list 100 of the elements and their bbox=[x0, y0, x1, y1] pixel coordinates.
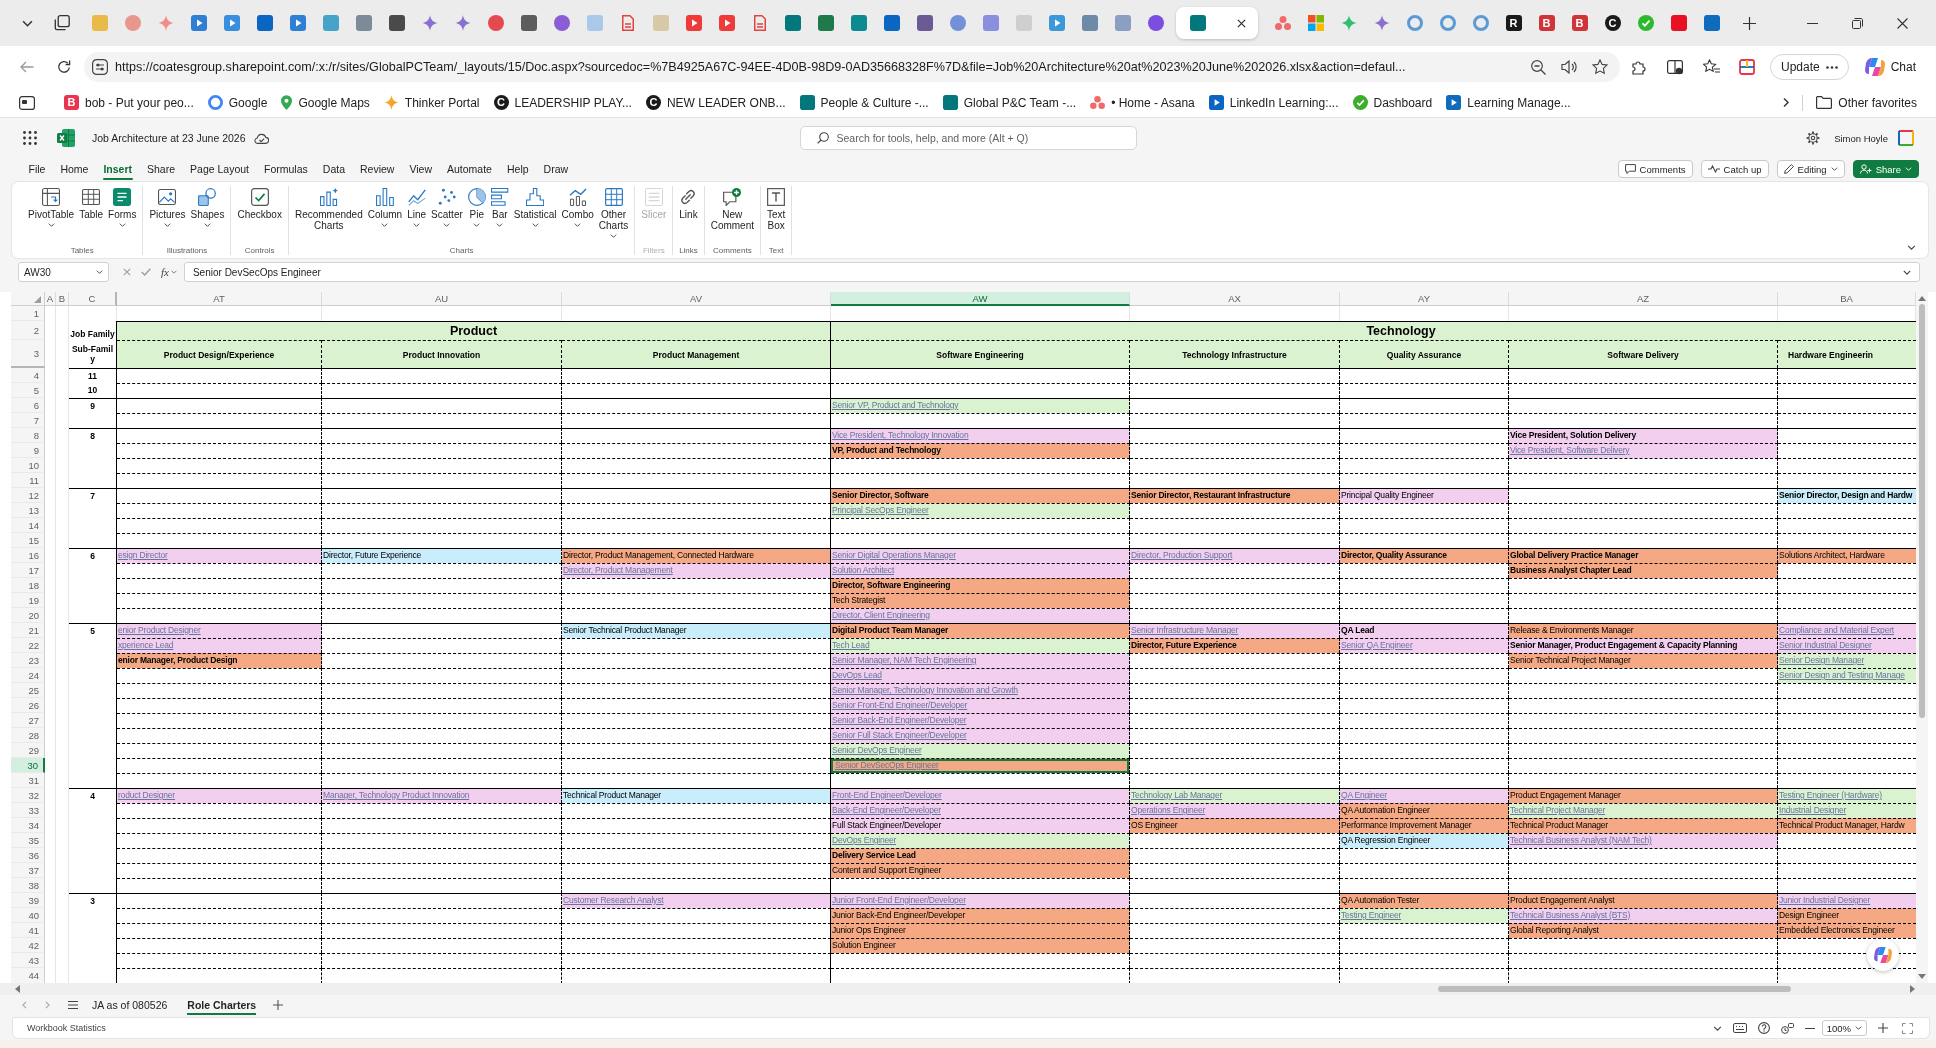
chat-button[interactable]: Chat bbox=[1858, 54, 1923, 80]
star-icon[interactable] bbox=[1592, 59, 1608, 75]
cell-link[interactable]: Technical Business Analyst (NAM Tech) bbox=[1510, 835, 1652, 845]
column-header[interactable]: AU bbox=[322, 292, 562, 306]
row-header[interactable]: 44 bbox=[11, 968, 45, 983]
cell-link[interactable]: Technology Lab Manager bbox=[1131, 790, 1223, 800]
row-header[interactable]: 33 bbox=[11, 803, 45, 818]
row-header[interactable]: 13 bbox=[11, 503, 45, 518]
cloud-check-icon[interactable] bbox=[253, 132, 269, 144]
function-button[interactable]: fx bbox=[161, 266, 169, 278]
previous-sheet-button[interactable] bbox=[22, 1001, 27, 1009]
menu-tab[interactable]: Formulas bbox=[256, 158, 316, 180]
assistant-button[interactable] bbox=[1867, 939, 1899, 971]
column-header[interactable]: AX bbox=[1130, 292, 1340, 306]
menu-tab[interactable]: Review bbox=[352, 158, 402, 180]
browser-tab[interactable]: R bbox=[1497, 7, 1530, 39]
sheet-tab[interactable]: JA as of 080526 bbox=[85, 995, 175, 1015]
cell-link[interactable]: Principal SecOps Engineer bbox=[832, 505, 929, 515]
row-header[interactable]: 29 bbox=[11, 743, 45, 758]
fullscreen-icon[interactable] bbox=[1902, 1022, 1913, 1034]
row-header[interactable]: 18 bbox=[11, 578, 45, 593]
cell-link[interactable]: Director, Client Engineering bbox=[832, 610, 930, 620]
row-header[interactable]: 12 bbox=[11, 488, 45, 503]
sliders-icon[interactable] bbox=[92, 59, 108, 75]
settings-icon[interactable] bbox=[1806, 131, 1821, 145]
row-header[interactable]: 38 bbox=[11, 878, 45, 893]
row-header[interactable]: 28 bbox=[11, 728, 45, 743]
column-header[interactable]: AZ bbox=[1509, 292, 1778, 306]
row-header[interactable]: 16 bbox=[11, 548, 45, 563]
row-header[interactable]: 7 bbox=[11, 413, 45, 428]
status-text[interactable]: Workbook Statistics bbox=[27, 1023, 106, 1033]
cell-link[interactable]: Senior VP, Product and Technology bbox=[832, 400, 959, 410]
menu-tab[interactable]: File bbox=[21, 158, 53, 180]
row-header[interactable]: 36 bbox=[11, 848, 45, 863]
bookmark[interactable]: LinkedIn Learning:... bbox=[1203, 90, 1344, 115]
row-header[interactable]: 26 bbox=[11, 698, 45, 713]
bookmark[interactable]: Learning Manage... bbox=[1441, 90, 1576, 115]
bookmark[interactable]: People & Culture -... bbox=[794, 90, 934, 115]
toolbar-button[interactable]: Comments bbox=[1617, 160, 1693, 178]
menu-tab[interactable]: Automate bbox=[439, 158, 500, 180]
ribbon-button[interactable]: Combo bbox=[559, 186, 596, 227]
cell-link[interactable]: Operations Engineer bbox=[1131, 805, 1206, 815]
ribbon-button[interactable]: Statistical bbox=[511, 186, 559, 227]
menu-tab[interactable]: Draw bbox=[536, 158, 576, 180]
cell-link[interactable]: Tech Lead bbox=[832, 640, 870, 650]
menu-tab[interactable]: Insert bbox=[95, 158, 140, 180]
row-header[interactable]: 3 bbox=[11, 340, 45, 368]
cell-link[interactable]: Senior Industrial Designer bbox=[1779, 640, 1872, 650]
row-header[interactable]: 40 bbox=[11, 908, 45, 923]
cell-link[interactable]: DevOps Engineer bbox=[832, 835, 897, 845]
ribbon-button[interactable]: Bar bbox=[488, 186, 511, 227]
plus-icon[interactable] bbox=[1878, 1023, 1888, 1033]
row-header[interactable]: 32 bbox=[11, 788, 45, 803]
next-sheet-button[interactable] bbox=[45, 1001, 50, 1009]
cell-link[interactable]: Director, Production Support bbox=[1131, 550, 1233, 560]
cell-link[interactable]: Director, Product Management bbox=[563, 565, 673, 575]
scroll-left-icon[interactable] bbox=[15, 985, 20, 993]
cell-link[interactable]: Technical Business Analyst (BTS) bbox=[1510, 910, 1631, 920]
cell-link[interactable]: Senior Manager, Technology Innovation and Growth bbox=[832, 685, 1018, 695]
sheet-tab[interactable]: Role Charters bbox=[180, 995, 264, 1015]
ribbon-button[interactable]: Shapes bbox=[188, 186, 227, 227]
cell-link[interactable]: Senior Back-End Engineer/Developer bbox=[832, 715, 967, 725]
cell-link[interactable]: DevOps Lead bbox=[832, 670, 882, 680]
search-field[interactable]: Search for tools, help, and more (Alt + Q) bbox=[799, 126, 1137, 150]
scrollbar-thumb[interactable] bbox=[1919, 304, 1925, 718]
help-icon[interactable] bbox=[1757, 1022, 1770, 1034]
row-header[interactable]: 9 bbox=[11, 443, 45, 458]
row-header[interactable]: 37 bbox=[11, 863, 45, 878]
row-header[interactable]: 10 bbox=[11, 458, 45, 473]
ribbon-button[interactable]: Checkbox bbox=[235, 186, 284, 220]
menu-tab[interactable]: Page Layout bbox=[182, 158, 257, 180]
column-header[interactable]: BA bbox=[1778, 292, 1916, 306]
row-header[interactable]: 41 bbox=[11, 923, 45, 938]
check-icon[interactable] bbox=[141, 268, 151, 276]
cell-link[interactable]: Industrial Designer bbox=[1779, 805, 1847, 815]
all-sheets-button[interactable] bbox=[68, 1001, 78, 1009]
cell-link[interactable]: Senior Digital Operations Manager bbox=[832, 550, 956, 560]
ribbon-button[interactable]: Pie bbox=[465, 186, 488, 227]
bookmark-folder[interactable]: Other favorites bbox=[1811, 90, 1922, 115]
cell-link[interactable]: Back-End Engineer/Developer bbox=[832, 805, 941, 815]
cell-link[interactable]: xperience Lead bbox=[118, 640, 174, 650]
name-box[interactable]: AW30 bbox=[18, 262, 109, 282]
ribbon-button[interactable]: Scatter bbox=[429, 186, 465, 227]
ribbon-button[interactable]: Recommended Charts bbox=[292, 186, 365, 231]
zoom-out-icon[interactable] bbox=[1531, 59, 1546, 75]
select-all-icon[interactable] bbox=[34, 296, 41, 303]
cell-link[interactable]: Customer Research Analyst bbox=[563, 895, 664, 905]
row-header[interactable]: 14 bbox=[11, 518, 45, 533]
row-header[interactable]: 4 bbox=[11, 368, 45, 383]
keyboard-icon[interactable] bbox=[1732, 1023, 1747, 1033]
cell-link[interactable]: Solution Architect bbox=[832, 565, 895, 575]
menu-tab[interactable]: Share bbox=[139, 158, 183, 180]
row-header[interactable]: 30 bbox=[11, 758, 45, 773]
row-header[interactable]: 6 bbox=[11, 398, 45, 413]
browser-tab[interactable] bbox=[1176, 7, 1258, 39]
cell-link[interactable]: esign Director bbox=[118, 550, 168, 560]
ribbon-button[interactable]: Other Charts bbox=[596, 186, 631, 238]
ribbon-button[interactable]: Link bbox=[677, 186, 700, 220]
row-header[interactable]: 2 bbox=[11, 321, 45, 340]
column-header[interactable]: AW bbox=[831, 292, 1130, 306]
